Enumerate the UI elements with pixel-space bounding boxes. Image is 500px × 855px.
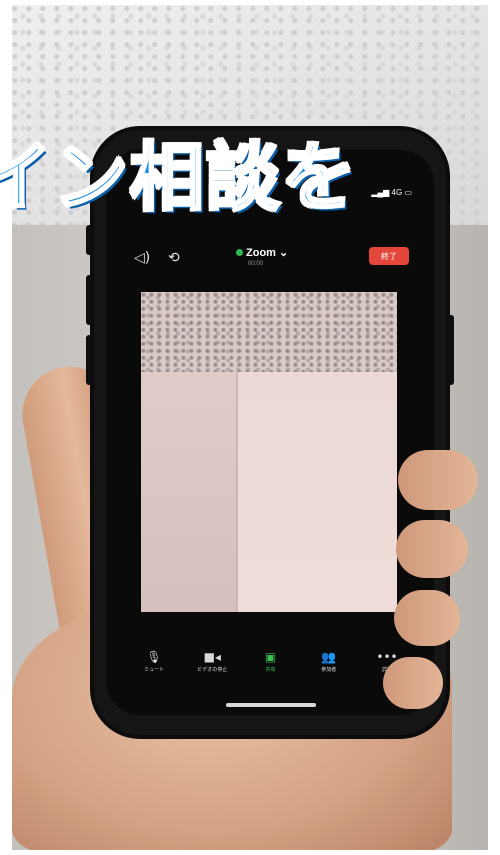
home-indicator <box>226 703 316 707</box>
video-camera-icon: ■◂ <box>203 650 221 664</box>
mute-switch <box>86 225 93 255</box>
finger-4 <box>383 657 443 709</box>
camera-preview <box>141 292 397 612</box>
finger-1 <box>398 450 478 510</box>
share-screen-icon: ▣ <box>264 650 277 664</box>
participants-button[interactable]: 👥 参加者 <box>303 650 355 690</box>
meeting-title-label: Zoom ⌄ <box>246 247 289 259</box>
camera-switch-icon[interactable]: ⟲ <box>168 250 180 266</box>
volume-up-button <box>86 275 93 325</box>
preview-wall-left <box>141 372 236 612</box>
share-label: 共有 <box>265 667 276 673</box>
participants-label: 参加者 <box>321 667 337 673</box>
preview-ceiling <box>141 292 397 372</box>
meeting-timer: 00:00 <box>248 261 264 267</box>
participants-icon: 👥 <box>321 650 337 664</box>
phone-screen: ▂▄▆ 4G ▭ ◁) ⟲ Zoom ⌄ 00:00 終了 🎙 ミュート ■◂ … <box>106 150 434 715</box>
encryption-shield-icon <box>236 249 243 256</box>
finger-2 <box>396 520 468 578</box>
stop-video-label: ビデオの停止 <box>197 667 228 673</box>
mute-label: ミュート <box>143 667 164 673</box>
power-button <box>447 315 454 385</box>
share-button[interactable]: ▣ 共有 <box>245 650 297 690</box>
zoom-top-bar: ◁) ⟲ Zoom ⌄ 00:00 終了 <box>106 240 434 280</box>
mute-button[interactable]: 🎙 ミュート <box>128 650 180 690</box>
stop-video-button[interactable]: ■◂ ビデオの停止 <box>186 650 238 690</box>
microphone-icon: 🎙 <box>146 650 162 664</box>
zoom-toolbar: 🎙 ミュート ■◂ ビデオの停止 ▣ 共有 👥 参加者 ••• 詳細 <box>128 650 413 690</box>
overlay-caption: イン相談を <box>0 134 358 223</box>
end-button[interactable]: 終了 <box>369 247 409 265</box>
meeting-title[interactable]: Zoom ⌄ <box>236 246 288 259</box>
volume-down-button <box>86 335 93 385</box>
finger-3 <box>394 590 460 646</box>
preview-wall-corner <box>236 372 238 612</box>
speaker-icon[interactable]: ◁) <box>134 250 150 266</box>
